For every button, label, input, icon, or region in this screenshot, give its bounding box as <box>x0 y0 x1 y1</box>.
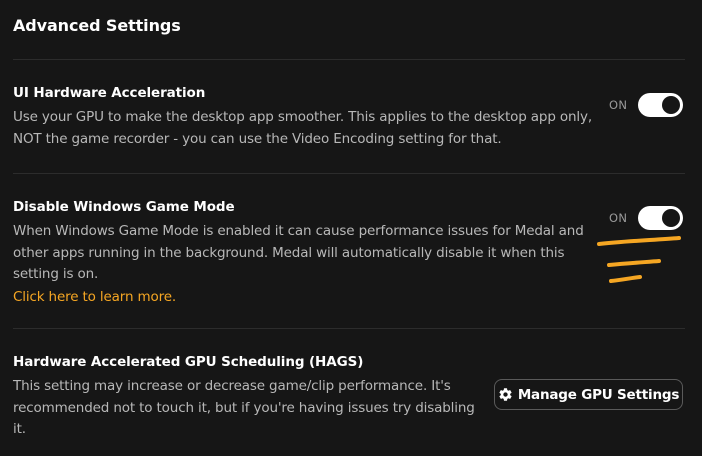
advanced-settings-panel: Advanced Settings UI Hardware Accelerati… <box>0 0 702 456</box>
annotation-scribble-icon <box>597 236 681 283</box>
ui-hardware-acceleration-toggle[interactable] <box>638 93 684 117</box>
page-title: Advanced Settings <box>13 16 181 35</box>
toggle-state-label: ON <box>609 98 628 112</box>
setting-disable-windows-game-mode: Disable Windows Game Mode When Windows G… <box>13 197 603 308</box>
manage-gpu-settings-label: Manage GPU Settings <box>517 386 680 403</box>
gear-icon <box>499 388 512 401</box>
disable-windows-game-mode-toggle[interactable] <box>638 206 684 230</box>
setting-ui-hardware-acceleration: UI Hardware Acceleration Use your GPU to… <box>13 83 603 150</box>
toggle-knob <box>662 209 681 227</box>
manage-gpu-settings-button[interactable]: Manage GPU Settings <box>494 379 683 410</box>
toggle-disable-windows-game-mode: ON <box>609 206 684 230</box>
divider <box>13 328 685 329</box>
setting-description: Use your GPU to make the desktop app smo… <box>13 109 592 147</box>
setting-title: Hardware Accelerated GPU Scheduling (HAG… <box>13 354 364 370</box>
setting-title: Disable Windows Game Mode <box>13 199 235 215</box>
setting-description: When Windows Game Mode is enabled it can… <box>13 223 584 282</box>
setting-hags: Hardware Accelerated GPU Scheduling (HAG… <box>13 352 483 441</box>
toggle-state-label: ON <box>609 211 628 225</box>
setting-description: This setting may increase or decrease ga… <box>13 378 475 437</box>
toggle-ui-hardware-acceleration: ON <box>609 93 684 117</box>
learn-more-link[interactable]: Click here to learn more. <box>13 287 176 309</box>
divider <box>13 173 685 174</box>
setting-title: UI Hardware Acceleration <box>13 85 206 101</box>
divider <box>13 59 685 60</box>
toggle-knob <box>662 96 681 114</box>
